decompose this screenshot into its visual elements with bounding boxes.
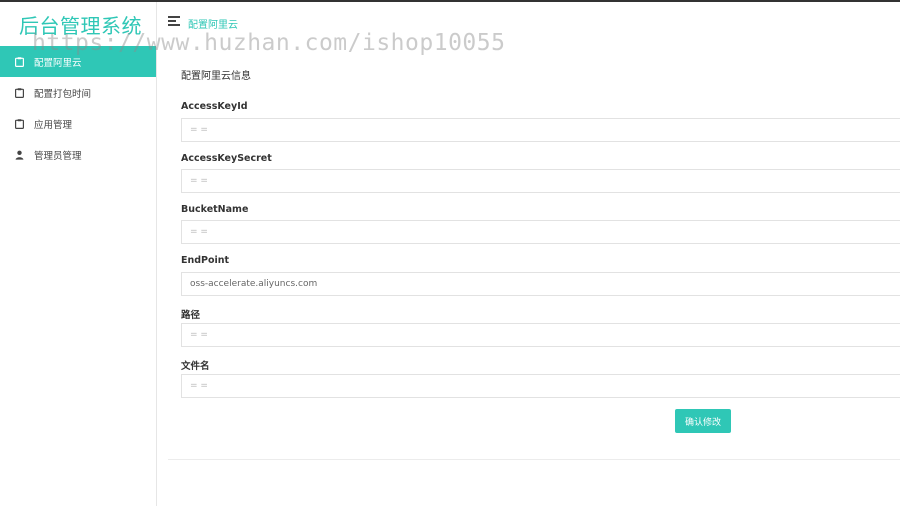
clipboard-icon — [15, 56, 24, 67]
sidebar-item-pack-time-config[interactable]: 配置打包时间 — [0, 77, 156, 108]
path-input[interactable] — [181, 323, 900, 347]
sidebar-item-label: 配置打包时间 — [34, 88, 92, 100]
sidebar-nav: 配置阿里云 配置打包时间 应用管理 管理员管理 — [0, 46, 156, 170]
sidebar-item-label: 管理员管理 — [34, 150, 82, 162]
sidebar-item-admin-management[interactable]: 管理员管理 — [0, 139, 156, 170]
divider — [168, 459, 900, 460]
path-label: 路径 — [181, 310, 201, 321]
sidebar-item-aliyun-config[interactable]: 配置阿里云 — [0, 46, 156, 77]
accesskeysecret-input[interactable] — [181, 169, 900, 193]
sidebar-item-label: 应用管理 — [34, 119, 73, 131]
bucketname-label: BucketName — [181, 204, 249, 215]
filename-input[interactable] — [181, 374, 900, 398]
sidebar-item-app-management[interactable]: 应用管理 — [0, 108, 156, 139]
form-title: 配置阿里云信息 — [181, 71, 251, 82]
menu-toggle-icon[interactable] — [168, 16, 180, 26]
confirm-modify-button[interactable]: 确认修改 — [675, 409, 731, 433]
accesskeysecret-label: AccessKeySecret — [181, 153, 272, 164]
bucketname-input[interactable] — [181, 220, 900, 244]
clipboard-icon — [15, 87, 24, 98]
breadcrumb: 配置阿里云 — [188, 20, 238, 31]
clipboard-icon — [15, 118, 24, 129]
endpoint-input[interactable] — [181, 272, 900, 296]
app-title: 后台管理系统 — [19, 14, 142, 38]
accesskeyid-input[interactable] — [181, 118, 900, 142]
sidebar-item-label: 配置阿里云 — [34, 57, 82, 69]
accesskeyid-label: AccessKeyId — [181, 101, 248, 112]
filename-label: 文件名 — [181, 361, 210, 372]
user-icon — [15, 150, 24, 160]
sidebar: 后台管理系统 配置阿里云 配置打包时间 应用管理 管理员管理 — [0, 2, 157, 506]
endpoint-label: EndPoint — [181, 255, 230, 266]
